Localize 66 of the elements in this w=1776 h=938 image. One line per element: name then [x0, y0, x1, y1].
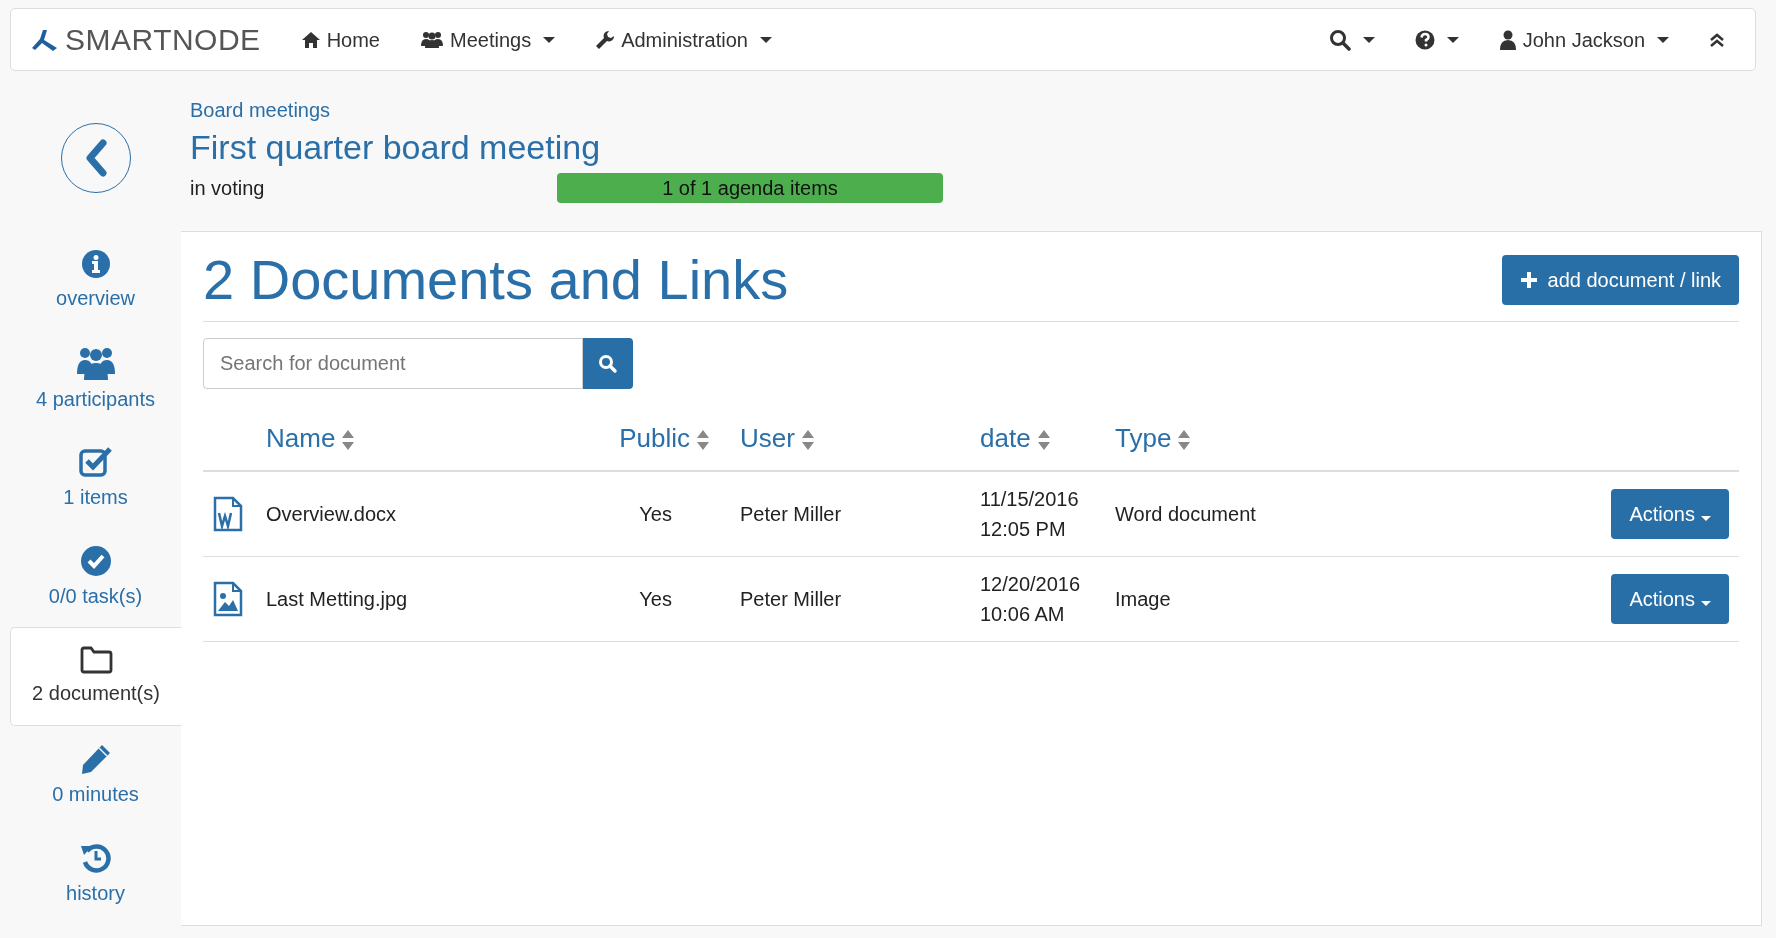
chevron-left-icon [84, 139, 108, 177]
sort-icon [341, 429, 356, 452]
caret-icon [1657, 36, 1669, 43]
group-icon [75, 345, 116, 380]
info-icon [80, 248, 111, 279]
sort-icon [1036, 429, 1051, 452]
home-icon [300, 30, 321, 49]
folder-icon [79, 645, 113, 674]
time-text: 12:05 PM [980, 517, 1067, 543]
help-icon [1414, 29, 1435, 50]
wrench-icon [595, 29, 616, 50]
help-menu[interactable] [1414, 29, 1459, 50]
nav-link[interactable]: Administration [595, 24, 772, 55]
search-icon [598, 353, 618, 374]
search-field[interactable]: Search for document [203, 338, 583, 390]
add-document-button[interactable]: add document / link [1501, 254, 1739, 305]
meeting-title: First quarter board meeting [190, 127, 602, 168]
type-cell: Image [1115, 588, 1171, 611]
search-icon [1328, 28, 1351, 51]
status-text: in voting [190, 176, 266, 202]
file-name: Overview.docx [266, 503, 397, 526]
pencil-icon [79, 742, 112, 775]
public-cell: Yes [639, 588, 672, 611]
brand-link[interactable]: SMARTNODE [31, 17, 261, 62]
progress-fill: 1 of 1 agenda items [557, 173, 943, 204]
public-cell: Yes [639, 503, 672, 526]
checkbox-icon [78, 445, 113, 478]
check-circle-icon [79, 544, 112, 577]
user-menu[interactable]: John Jackson [1498, 24, 1669, 55]
column-header[interactable]: User [740, 419, 815, 459]
group-icon [420, 30, 444, 49]
image-file-icon [213, 581, 243, 618]
breadcrumb-link[interactable]: Board meetings [190, 95, 331, 125]
date-text: 11/15/2016 [980, 487, 1080, 513]
word-file-icon [213, 496, 243, 533]
user-cell: Peter Miller [740, 503, 842, 526]
user-cell: Peter Miller [740, 588, 842, 611]
user-icon [1498, 29, 1517, 50]
file-name: Last Metting.jpg [266, 588, 408, 611]
sort-icon [800, 429, 815, 452]
search-button[interactable] [583, 338, 633, 390]
plus-icon [1519, 270, 1538, 289]
type-cell: Word document [1115, 503, 1256, 526]
sidebar-item[interactable]: 2 document(s) [10, 627, 182, 726]
panel-title: 2 Documents and Links [203, 247, 789, 313]
history-icon [79, 841, 112, 874]
caret-icon [1701, 516, 1711, 522]
column-header[interactable]: Public [619, 419, 710, 459]
collapse-button[interactable] [1709, 31, 1725, 48]
caret-icon [1362, 36, 1375, 43]
actions-button[interactable]: Actions [1611, 489, 1729, 540]
sort-icon [1177, 429, 1192, 452]
chevrons-up-icon [1709, 31, 1725, 48]
actions-button[interactable]: Actions [1611, 574, 1729, 625]
logo-icon [31, 27, 59, 52]
nav-link[interactable]: Home [300, 24, 380, 55]
search-menu[interactable] [1328, 28, 1375, 51]
date-text: 12/20/2016 [980, 572, 1082, 598]
time-text: 10:06 AM [980, 602, 1066, 628]
column-header[interactable]: date [980, 419, 1051, 459]
caret-icon [1701, 601, 1711, 607]
sort-icon [696, 429, 710, 452]
nav-link[interactable]: Meetings [420, 24, 556, 55]
column-header[interactable]: Name [266, 419, 356, 459]
caret-icon [1446, 36, 1459, 43]
column-header[interactable]: Type [1115, 419, 1192, 459]
